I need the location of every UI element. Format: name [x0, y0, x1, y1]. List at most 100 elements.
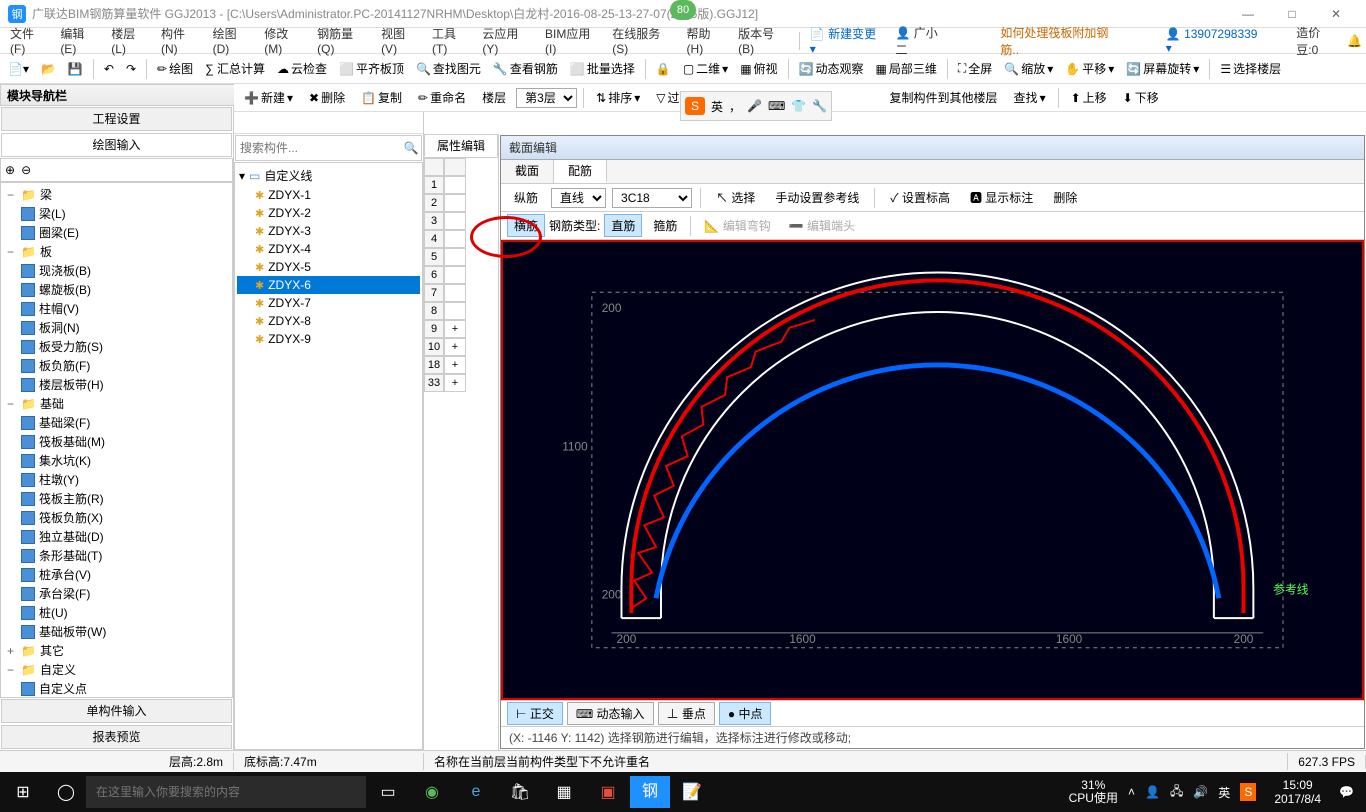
component-search[interactable]: 🔍 [235, 135, 422, 161]
taskbar-app-1[interactable]: ◉ [410, 782, 454, 802]
row-header[interactable]: 7 [424, 284, 444, 302]
row-header[interactable]: 5 [424, 248, 444, 266]
ortho-button[interactable]: ⊢ 正交 [507, 702, 563, 725]
row-expand[interactable] [444, 266, 466, 284]
taskbar-store[interactable]: 🛍 [498, 782, 542, 802]
show-mark-button[interactable]: 🅰 显示标注 [963, 186, 1040, 209]
sort-button[interactable]: ⇅ 排序 ▾ [590, 89, 646, 106]
mid-snap-button[interactable]: ● 中点 [719, 702, 772, 725]
local3d-button[interactable]: ▦ 局部三维 [872, 58, 941, 79]
row-expand[interactable]: + [444, 320, 466, 338]
menu-help[interactable]: 帮助(H) [681, 25, 733, 56]
menu-new-change[interactable]: 📄 新建变更 ▾ [804, 25, 890, 56]
nav-item[interactable]: 条形基础(T) [3, 546, 230, 565]
menu-cloud[interactable]: 云应用(Y) [476, 25, 539, 56]
tray-people-icon[interactable]: 👤 [1145, 785, 1160, 799]
rename-button[interactable]: ✏ 重命名 [412, 89, 472, 106]
search-input[interactable] [236, 141, 401, 155]
tray-up-icon[interactable]: ˄ [1128, 785, 1135, 799]
ime-keyboard-icon[interactable]: ⌨ [768, 99, 785, 113]
nav-item[interactable]: 筏板主筋(R) [3, 489, 230, 508]
select-floor-button[interactable]: ☰ 选择楼层 [1216, 58, 1285, 79]
new-component-button[interactable]: ➕ 新建 ▾ [238, 89, 299, 106]
find-pic-button[interactable]: 🔍 查找图元 [412, 58, 485, 79]
nav-item[interactable]: 梁(L) [3, 204, 230, 223]
menu-floor[interactable]: 楼层(L) [105, 25, 155, 56]
tab-report[interactable]: 报表预览 [1, 725, 232, 749]
component-item[interactable]: ✱ ZDYX-9 [237, 330, 420, 348]
component-item[interactable]: ✱ ZDYX-6 [237, 276, 420, 294]
nav-item[interactable]: 柱墩(Y) [3, 470, 230, 489]
tab-drawing-input[interactable]: 绘图输入 [1, 133, 232, 157]
tab-section[interactable]: 截面 [501, 160, 554, 183]
delete-component-button[interactable]: ✖ 删除 [303, 89, 351, 106]
move-down-button[interactable]: ⬇ 下移 [1117, 89, 1165, 106]
row-header[interactable]: 33 [424, 374, 444, 392]
menu-file[interactable]: 文件(F) [4, 25, 54, 56]
cpu-meter[interactable]: 31%CPU使用 [1069, 779, 1118, 805]
nav-item[interactable]: +📁其它 [3, 641, 230, 660]
transverse-button[interactable]: 横筋 [507, 214, 545, 237]
component-root[interactable]: ▾ ▭ 自定义线 [237, 165, 420, 186]
nav-item[interactable]: 承台梁(F) [3, 584, 230, 603]
draw-button[interactable]: ✏ 绘图 [153, 58, 197, 79]
menu-draw[interactable]: 绘图(D) [207, 25, 259, 56]
minimize-button[interactable]: — [1226, 1, 1270, 27]
search-icon[interactable]: 🔍 [401, 141, 421, 155]
menu-tool[interactable]: 工具(T) [426, 25, 476, 56]
menu-component[interactable]: 构件(N) [155, 25, 207, 56]
nav-item[interactable]: 桩(U) [3, 603, 230, 622]
edit-hook-button[interactable]: 📐 编辑弯钩 [697, 214, 777, 237]
ime-logo-icon[interactable]: S [685, 97, 705, 115]
ime-float-bar[interactable]: S 英 ， 🎤 ⌨ 👕 🔧 [680, 91, 832, 121]
flat-roof-button[interactable]: ⬜ 平齐板顶 [335, 58, 408, 79]
fullscreen-button[interactable]: ⛶ 全屏 [954, 58, 996, 79]
nav-tree[interactable]: −📁梁梁(L)圈梁(E)−📁板现浇板(B)螺旋板(B)柱帽(V)板洞(N)板受力… [0, 182, 233, 698]
ime-mic-icon[interactable]: 🎤 [747, 99, 762, 113]
row-expand[interactable]: + [444, 338, 466, 356]
bean-icon[interactable]: 🔔 [1347, 34, 1362, 48]
nav-item[interactable]: 螺旋板(B) [3, 280, 230, 299]
row-expand[interactable] [444, 302, 466, 320]
menu-bim[interactable]: BIM应用(I) [539, 25, 606, 56]
pan-button[interactable]: ✋ 平移 ▾ [1061, 58, 1118, 79]
batch-sel-button[interactable]: ⬜ 批量选择 [566, 58, 639, 79]
cortana-icon[interactable]: ◯ [46, 782, 86, 802]
row-header[interactable]: 1 [424, 176, 444, 194]
menu-user[interactable]: 👤 广小二 [890, 24, 955, 58]
phone-label[interactable]: 👤 13907298339 ▾ [1160, 27, 1270, 55]
redo-button[interactable]: ↷ [122, 60, 140, 78]
save-button[interactable]: 💾 [64, 60, 87, 78]
tab-engineering[interactable]: 工程设置 [1, 107, 232, 131]
nav-item[interactable]: 集水坑(K) [3, 451, 230, 470]
nav-item[interactable]: 自定义点 [3, 679, 230, 698]
row-expand[interactable] [444, 230, 466, 248]
overlook-button[interactable]: ▦ 俯视 [736, 58, 781, 79]
nav-item[interactable]: −📁梁 [3, 185, 230, 204]
ime-skin-icon[interactable]: 👕 [791, 99, 806, 113]
component-item[interactable]: ✱ ZDYX-2 [237, 204, 420, 222]
nav-item[interactable]: 现浇板(B) [3, 261, 230, 280]
delete-rebar-button[interactable]: 删除 [1046, 186, 1084, 209]
menu-modify[interactable]: 修改(M) [258, 25, 311, 56]
nav-item[interactable]: 板受力筋(S) [3, 337, 230, 356]
row-expand[interactable] [444, 284, 466, 302]
nav-item[interactable]: 板洞(N) [3, 318, 230, 337]
straight-button[interactable]: 直筋 [604, 214, 642, 237]
notice-link[interactable]: 如何处理筏板附加钢筋.. [994, 24, 1129, 58]
undo-button[interactable]: ↶ [100, 60, 118, 78]
nav-expand-icon[interactable]: ⊕ [5, 163, 15, 177]
component-item[interactable]: ✱ ZDYX-7 [237, 294, 420, 312]
row-expand[interactable] [444, 248, 466, 266]
row-expand[interactable] [444, 194, 466, 212]
component-item[interactable]: ✱ ZDYX-5 [237, 258, 420, 276]
taskbar-app-5[interactable]: 📝 [670, 782, 714, 802]
nav-item[interactable]: 柱帽(V) [3, 299, 230, 318]
ime-punct-icon[interactable]: ， [729, 98, 741, 115]
dyn-input-button[interactable]: ⌨ 动态输入 [567, 702, 654, 725]
row-header[interactable]: 6 [424, 266, 444, 284]
task-view-icon[interactable]: ▭ [366, 782, 410, 802]
row-header[interactable]: 3 [424, 212, 444, 230]
copy-component-button[interactable]: 📋 复制 [355, 89, 408, 106]
manual-ref-button[interactable]: 手动设置参考线 [768, 186, 866, 209]
